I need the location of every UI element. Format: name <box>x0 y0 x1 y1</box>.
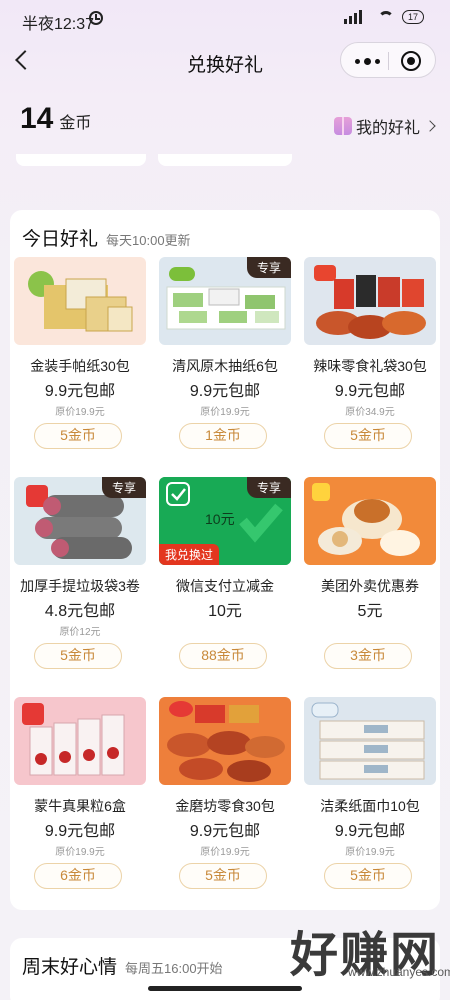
redeem-button[interactable]: 5金币 <box>34 423 122 449</box>
section-subtitle: 每周五16:00开始 <box>125 961 223 976</box>
close-target-icon[interactable] <box>401 51 421 71</box>
gift-card-face-tissue[interactable]: 洁柔纸面巾10包 9.9元包邮 原价19.9元 5金币 <box>304 697 436 895</box>
original-price: 原价19.9元 <box>55 847 105 858</box>
gift-card-wechat-pay[interactable]: 10元 我兑换过 专享 微信支付立减金 10元 88金币 <box>159 477 291 675</box>
original-price: 原价34.9元 <box>345 407 395 418</box>
original-price: 原价19.9元 <box>345 847 395 858</box>
product-name: 辣味零食礼袋30包 <box>313 358 427 374</box>
product-price: 9.9元包邮 <box>44 383 116 400</box>
nav-bar: 兑换好礼 <box>0 40 450 84</box>
product-image <box>159 697 291 785</box>
home-indicator <box>148 986 302 991</box>
watermark-url: www.zhuanyes.com <box>347 965 450 979</box>
product-price: 9.9元包邮 <box>44 823 116 840</box>
product-name: 微信支付立减金 <box>176 578 274 594</box>
product-name: 加厚手提垃圾袋3卷 <box>20 578 140 594</box>
redeemed-badge: 我兑换过 <box>159 544 220 565</box>
today-gifts-header: 今日好礼 每天10:00更新 <box>22 224 191 251</box>
wifi-icon <box>378 11 394 23</box>
redeem-button[interactable]: 3金币 <box>324 643 412 669</box>
status-right: 17 <box>344 10 424 24</box>
original-price: 原价19.9元 <box>200 847 250 858</box>
product-price: 10元 <box>208 603 242 620</box>
product-image <box>304 697 436 785</box>
alarm-icon <box>89 11 103 25</box>
original-price: 原价12元 <box>59 627 101 638</box>
product-price: 9.9元包邮 <box>334 383 406 400</box>
card-stub-right <box>158 154 292 166</box>
capsule-divider <box>388 52 389 70</box>
product-name: 金磨坊零食30包 <box>175 798 275 814</box>
miniprogram-capsule <box>340 42 436 78</box>
gift-card-meituan-coupon[interactable]: 美团外卖优惠券 5元 3金币 <box>304 477 436 675</box>
status-time: 半夜12:37 <box>22 16 95 33</box>
product-price: 9.9元包邮 <box>189 823 261 840</box>
chevron-right-icon <box>424 120 436 132</box>
my-gifts-label: 我的好礼 <box>355 120 420 137</box>
product-name: 蒙牛真果粒6盒 <box>34 798 126 814</box>
more-icon[interactable] <box>355 58 380 65</box>
exclusive-tag: 专享 <box>246 477 291 498</box>
redeem-button[interactable]: 5金币 <box>179 863 267 889</box>
product-image <box>14 257 146 345</box>
coin-unit: 金币 <box>59 115 92 132</box>
battery-icon: 17 <box>402 10 424 24</box>
redeem-button[interactable]: 88金币 <box>179 643 267 669</box>
product-image <box>304 477 436 565</box>
original-price: 原价19.9元 <box>200 407 250 418</box>
redeem-button[interactable]: 5金币 <box>324 423 412 449</box>
gift-card-tissue-gold[interactable]: 金装手帕纸30包 9.9元包邮 原价19.9元 5金币 <box>14 257 146 455</box>
product-price: 4.8元包邮 <box>44 603 116 620</box>
gift-card-spicy-snacks[interactable]: 辣味零食礼袋30包 9.9元包邮 原价34.9元 5金币 <box>304 257 436 455</box>
gift-card-trash-bags[interactable]: 专享 加厚手提垃圾袋3卷 4.8元包邮 原价12元 5金币 <box>14 477 146 675</box>
product-price: 9.9元包邮 <box>334 823 406 840</box>
weekend-header: 周末好心情 每周五16:00开始 <box>22 952 223 979</box>
redeem-button[interactable]: 5金币 <box>324 863 412 889</box>
section-subtitle: 每天10:00更新 <box>106 233 191 248</box>
redeem-button[interactable]: 6金币 <box>34 863 122 889</box>
product-name: 洁柔纸面巾10包 <box>320 798 420 814</box>
product-price: 5元 <box>357 603 383 620</box>
original-price: 原价19.9元 <box>55 407 105 418</box>
section-title: 周末好心情 <box>22 957 118 978</box>
today-gifts-section: 今日好礼 每天10:00更新 金装手帕纸30包 9.9元包邮 原价19.9元 5… <box>10 210 440 910</box>
voucher-amount: 10元 <box>205 511 235 527</box>
status-bar: 半夜12:37 17 <box>0 0 450 40</box>
product-image <box>14 697 146 785</box>
gift-card-tissue-wood[interactable]: 专享 清风原木抽纸6包 9.9元包邮 原价19.9元 1金币 <box>159 257 291 455</box>
signal-icon <box>344 10 370 24</box>
coin-count: 14 <box>20 102 54 135</box>
gift-card-mengniu-juice[interactable]: 蒙牛真果粒6盒 9.9元包邮 原价19.9元 6金币 <box>14 697 146 895</box>
page: 半夜12:37 17 兑换好礼 14 金币 我的好礼 今日好礼 每天10:00更… <box>0 0 450 1000</box>
coin-balance: 14 金币 <box>20 102 91 136</box>
product-name: 清风原木抽纸6包 <box>172 358 278 374</box>
product-price: 9.9元包邮 <box>189 383 261 400</box>
redeem-button[interactable]: 5金币 <box>34 643 122 669</box>
watermark: 好赚网 www.zhuanyes.com <box>290 915 450 985</box>
gift-box-icon <box>333 117 352 135</box>
product-name: 金装手帕纸30包 <box>30 358 130 374</box>
gift-card-jinmofang-snacks[interactable]: 金磨坊零食30包 9.9元包邮 原价19.9元 5金币 <box>159 697 291 895</box>
product-image <box>304 257 436 345</box>
section-title: 今日好礼 <box>22 229 99 250</box>
my-gifts-link[interactable]: 我的好礼 <box>333 114 436 138</box>
redeem-button[interactable]: 1金币 <box>179 423 267 449</box>
product-name: 美团外卖优惠券 <box>321 578 419 594</box>
card-stub-left <box>16 154 146 166</box>
exclusive-tag: 专享 <box>246 257 291 278</box>
exclusive-tag: 专享 <box>101 477 146 498</box>
